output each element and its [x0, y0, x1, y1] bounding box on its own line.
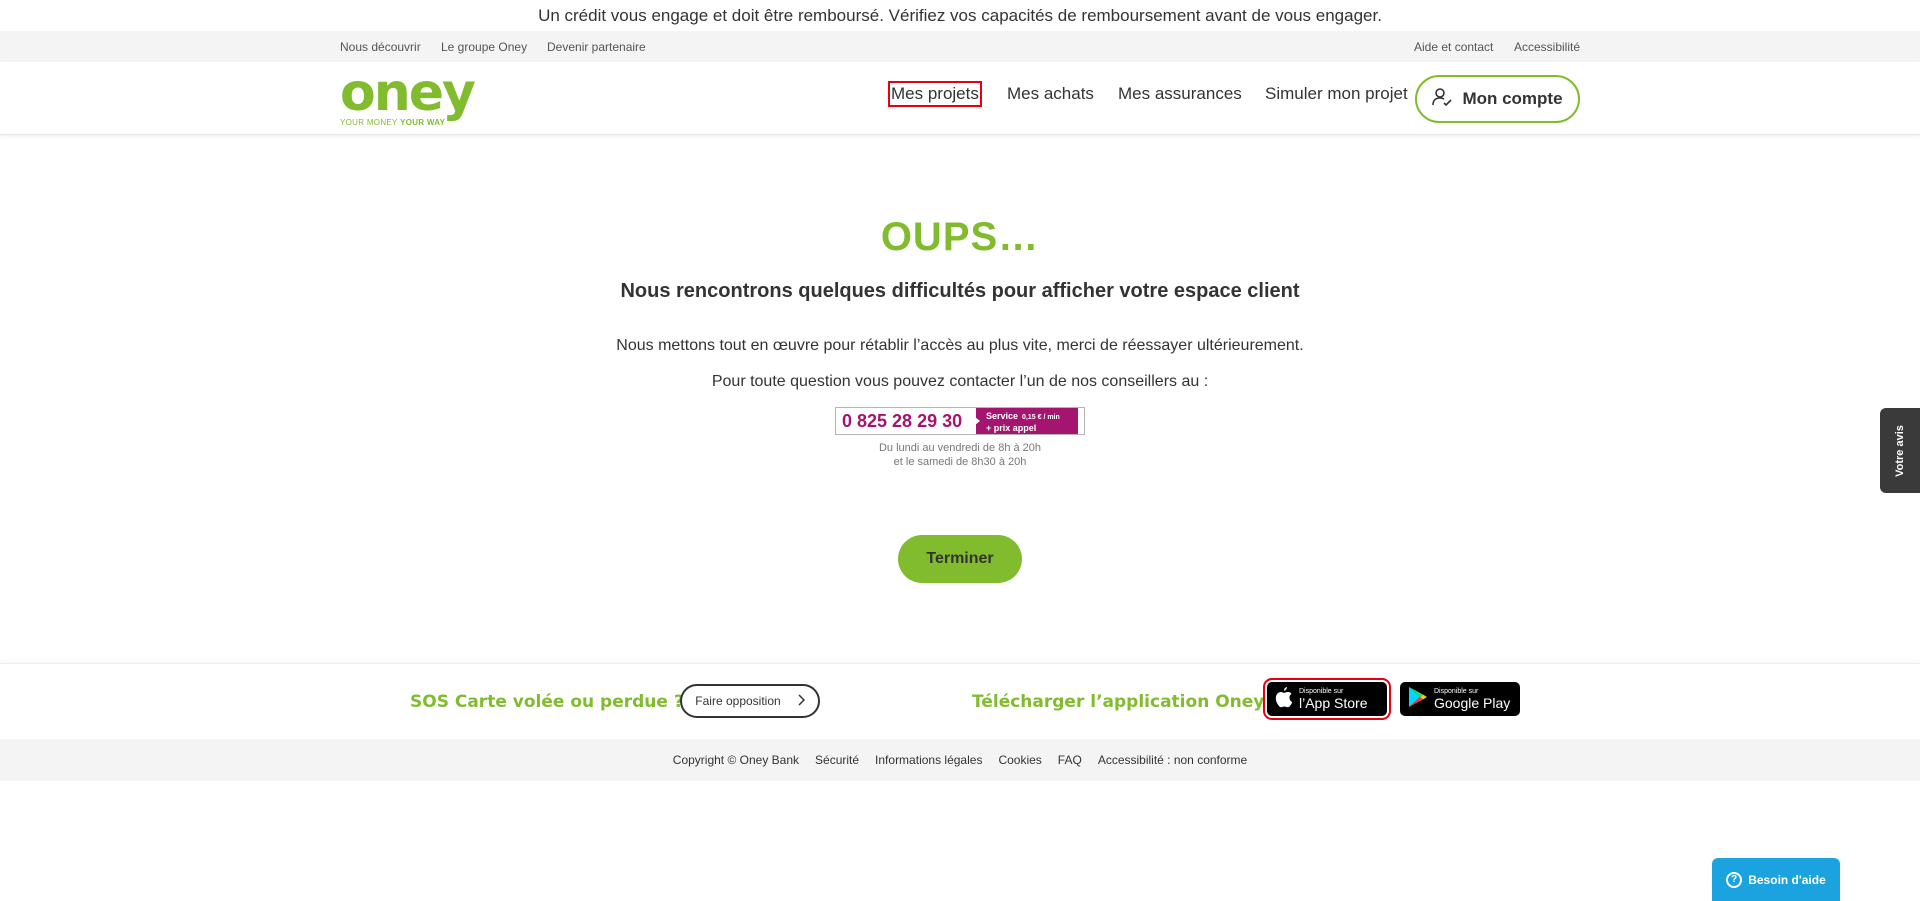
votre-avis-label: Votre avis — [1894, 424, 1906, 477]
phone-number: 0 825 28 29 30 — [842, 410, 963, 431]
link-groupe-oney[interactable]: Le groupe Oney — [441, 40, 527, 54]
nav-mes-assurances[interactable]: Mes assurances — [1118, 84, 1242, 104]
top-utility-bar: Nous découvrir Le groupe Oney Devenir pa… — [0, 31, 1920, 62]
mon-compte-button[interactable]: Mon compte — [1415, 75, 1580, 123]
phone-number-box[interactable]: 0 825 28 29 30 Service 0,15 € / min + pri… — [835, 407, 1085, 435]
opening-hours: Du lundi au vendredi de 8h à 20h et le s… — [878, 442, 1042, 468]
apple-icon — [1275, 686, 1293, 713]
footer: Copyright © Oney Bank Sécurité Informati… — [0, 739, 1920, 781]
logo-wordmark: oney — [340, 63, 476, 123]
error-content: OUPS… Nous rencontrons quelques difficul… — [0, 135, 1920, 661]
error-title: OUPS… — [880, 215, 1040, 259]
votre-avis-tab[interactable]: Votre avis — [1880, 408, 1920, 493]
nav-mes-achats[interactable]: Mes achats — [1007, 84, 1094, 104]
main-header: oney YOUR MONEY YOUR WAY Mes projets Mes… — [0, 62, 1920, 135]
sos-download-band: SOS Carte volée ou perdue ? Faire opposi… — [0, 663, 1920, 739]
appstore-big-text: l’App Store — [1299, 694, 1368, 711]
link-aide-contact[interactable]: Aide et contact — [1414, 40, 1493, 54]
link-devenir-partenaire[interactable]: Devenir partenaire — [547, 40, 646, 54]
google-play-button[interactable]: Disponible sur Google Play — [1400, 682, 1520, 716]
phone-price-tag: Service 0,15 € / min + prix appel — [975, 408, 1078, 434]
oney-logo[interactable]: oney YOUR MONEY YOUR WAY — [340, 63, 480, 128]
footer-copyright: Copyright © Oney Bank — [672, 753, 800, 767]
chevron-right-icon — [797, 693, 805, 709]
google-play-icon — [1408, 686, 1428, 713]
error-message: Nous mettons tout en œuvre pour rétablir… — [616, 337, 1304, 354]
mon-compte-label: Mon compte — [1462, 89, 1563, 108]
googleplay-big-text: Google Play — [1434, 694, 1511, 711]
link-nous-decouvrir[interactable]: Nous découvrir — [340, 40, 421, 54]
besoin-aide-button[interactable]: ? Besoin d'aide — [1712, 858, 1840, 901]
footer-link-faq[interactable]: FAQ — [1058, 753, 1082, 767]
download-title: Télécharger l’application Oney — [972, 692, 1265, 712]
faire-opposition-button[interactable]: Faire opposition — [680, 684, 820, 718]
footer-link-securite[interactable]: Sécurité — [815, 753, 859, 767]
footer-link-accessibilite[interactable]: Accessibilité : non conforme — [1098, 753, 1247, 767]
contact-message: Pour toute question vous pouvez contacte… — [711, 373, 1209, 390]
app-store-button[interactable]: Disponible sur l’App Store — [1263, 678, 1391, 720]
credit-warning-banner: Un crédit vous engage et doit être rembo… — [538, 6, 1382, 25]
error-subtitle: Nous rencontrons quelques difficultés po… — [620, 280, 1300, 302]
user-check-icon — [1432, 87, 1453, 112]
link-accessibilite[interactable]: Accessibilité — [1514, 40, 1580, 54]
sos-title: SOS Carte volée ou perdue ? — [410, 692, 684, 712]
question-icon: ? — [1726, 871, 1743, 888]
besoin-aide-label: Besoin d'aide — [1748, 872, 1826, 887]
nav-mes-projets[interactable]: Mes projets — [888, 81, 982, 107]
footer-link-informations-legales[interactable]: Informations légales — [875, 753, 982, 767]
footer-link-cookies[interactable]: Cookies — [998, 753, 1041, 767]
nav-simuler-projet[interactable]: Simuler mon projet — [1265, 84, 1408, 104]
terminer-button[interactable]: Terminer — [898, 535, 1022, 583]
